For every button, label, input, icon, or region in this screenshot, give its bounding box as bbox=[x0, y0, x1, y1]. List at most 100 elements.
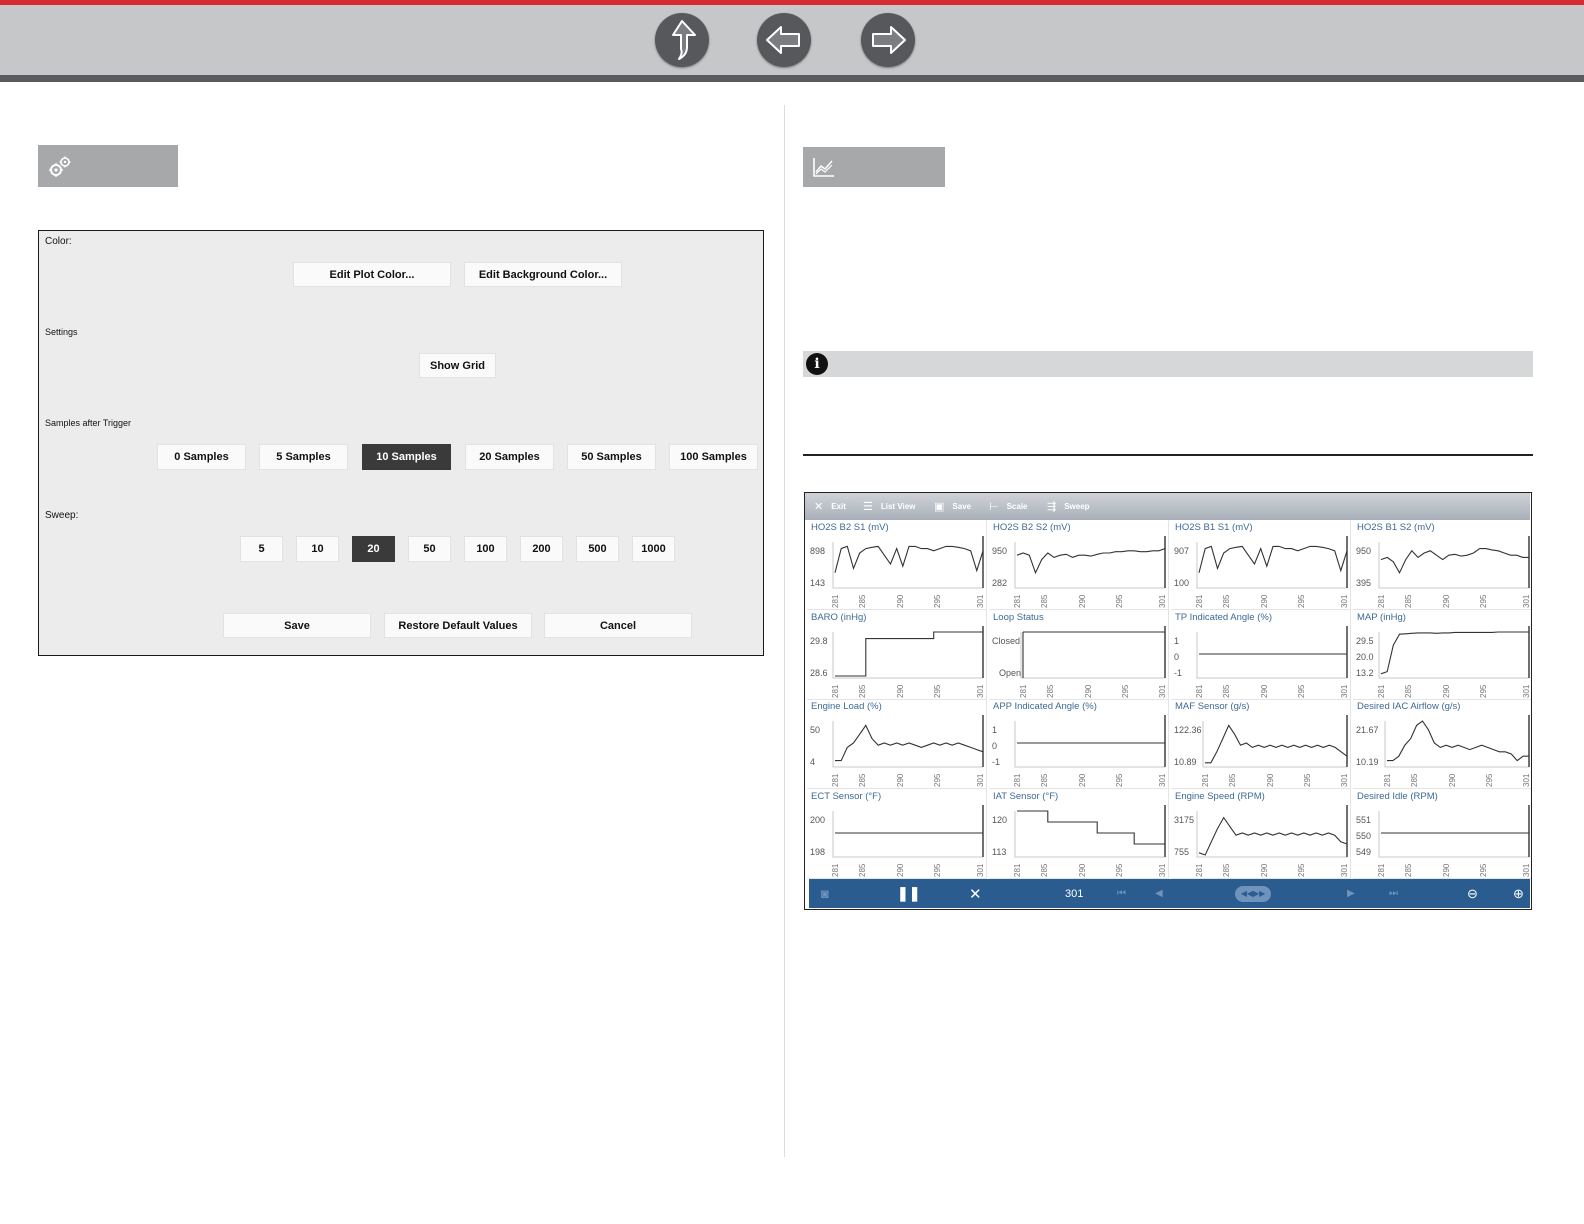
sweep-option-button[interactable]: 5 bbox=[240, 536, 283, 562]
samples-option-button[interactable]: 0 Samples bbox=[157, 444, 246, 470]
x-axis-tick-label: 281 bbox=[1195, 594, 1204, 608]
data-series-line bbox=[834, 545, 984, 573]
graph-panel[interactable]: HO2S B2 S1 (mV) 898 143 281 285 290 295 301 bbox=[807, 520, 987, 610]
samples-option-button[interactable]: 20 Samples bbox=[465, 444, 554, 470]
x-axis-tick-label: 285 bbox=[858, 863, 867, 877]
samples-option-button[interactable]: 10 Samples bbox=[362, 444, 451, 470]
restore-default-values-button[interactable]: Restore Default Values bbox=[384, 613, 532, 638]
back-arrow-icon bbox=[766, 26, 800, 54]
panel-axis bbox=[1378, 632, 1529, 679]
graph-panel[interactable]: APP Indicated Angle (%) 1 -1 0 281 285 290 295 3… bbox=[989, 699, 1169, 789]
rewind-forward-toggle[interactable]: ◀◀▶▶ bbox=[1235, 879, 1271, 908]
samples-option-button[interactable]: 50 Samples bbox=[567, 444, 656, 470]
sweep-option-button[interactable]: 100 bbox=[464, 536, 507, 562]
x-axis-tick-label: 281 bbox=[1377, 684, 1386, 698]
scale-button[interactable]: ⊢ Scale bbox=[989, 493, 1028, 520]
zoom-out-button[interactable]: ⊖ bbox=[1467, 879, 1478, 908]
graph-panel[interactable]: MAF Sensor (g/s) 122.36 10.89 281 285 290 295 3… bbox=[1171, 699, 1351, 789]
step-back-button[interactable]: ◀ bbox=[1155, 879, 1163, 908]
list-view-label: List View bbox=[880, 502, 916, 511]
graph-panel[interactable]: HO2S B1 S1 (mV) 907 100 281 285 290 295 301 bbox=[1171, 520, 1351, 610]
x-axis-tick-label: 281 bbox=[831, 594, 840, 608]
x-axis-tick-label: 295 bbox=[1297, 594, 1306, 608]
zoom-out-icon: ⊖ bbox=[1467, 885, 1478, 901]
frame-counter: 301 bbox=[1065, 887, 1084, 900]
scale-icon: ⊢ bbox=[989, 501, 999, 513]
camera-button[interactable]: ◙ bbox=[821, 879, 829, 908]
samples-option-button[interactable]: 5 Samples bbox=[259, 444, 348, 470]
skip-end-button[interactable]: ⏭ bbox=[1389, 879, 1398, 908]
save-button[interactable]: Save bbox=[223, 613, 371, 638]
sweep-option-button[interactable]: 20 bbox=[352, 536, 395, 562]
graph-panel[interactable]: BARO (inHg) 29.8 28.6 281 285 290 295 301 bbox=[807, 610, 987, 700]
x-axis-tick-label: 295 bbox=[933, 773, 942, 787]
skip-end-icon: ⏭ bbox=[1389, 888, 1398, 899]
x-axis-tick-label: 290 bbox=[896, 684, 905, 698]
cancel-button[interactable]: Cancel bbox=[544, 613, 692, 638]
skip-start-button[interactable]: ⏮ bbox=[1117, 879, 1126, 908]
step-forward-button[interactable]: ▶ bbox=[1347, 879, 1355, 908]
x-axis-tick-label: 301 bbox=[976, 863, 985, 877]
nav-forward-button[interactable] bbox=[861, 13, 915, 67]
x-axis-tick-label: 281 bbox=[1377, 594, 1386, 608]
x-axis-tick-label: 281 bbox=[1383, 773, 1392, 787]
pause-button[interactable]: ❚❚ bbox=[897, 879, 920, 908]
graph-panel[interactable]: ECT Sensor (°F) 200 198 281 285 290 295 301 bbox=[807, 789, 987, 879]
exit-button[interactable]: ✕ Exit bbox=[814, 493, 846, 520]
sweep-button[interactable]: ⇶ Sweep bbox=[1047, 493, 1090, 520]
x-axis-tick-label: 301 bbox=[1158, 773, 1167, 787]
step-back-icon: ◀ bbox=[1155, 888, 1163, 899]
panel-plot bbox=[1202, 715, 1348, 768]
graph-panel[interactable]: Desired IAC Airflow (g/s) 21.67 10.19 281 28… bbox=[1353, 699, 1531, 789]
graph-section-tab bbox=[803, 147, 945, 187]
zoom-in-icon: ⊕ bbox=[1513, 885, 1524, 901]
x-axis-tick-label: 301 bbox=[1158, 594, 1167, 608]
graph-view-screenshot: ✕ Exit ☰ List View ▣ Save ⊢ Scale ⇶ Sweep HO2… bbox=[804, 492, 1532, 910]
sweep-option-button[interactable]: 1000 bbox=[632, 536, 675, 562]
edit-plot-color-button[interactable]: Edit Plot Color... bbox=[293, 262, 451, 287]
x-axis-tick-label: 285 bbox=[858, 594, 867, 608]
show-grid-button[interactable]: Show Grid bbox=[419, 353, 496, 378]
x-axis-tick-label: 295 bbox=[933, 594, 942, 608]
graph-panel[interactable]: MAP (inHg) 29.5 13.2 20.0 281 285 290 295 301 bbox=[1353, 610, 1531, 700]
scale-label: Scale bbox=[1006, 502, 1028, 511]
sweep-option-button[interactable]: 500 bbox=[576, 536, 619, 562]
close-icon: ✕ bbox=[814, 501, 824, 513]
zoom-in-button[interactable]: ⊕ bbox=[1513, 879, 1524, 908]
graph-panel[interactable]: IAT Sensor (°F) 120 113 281 285 290 295 301 bbox=[989, 789, 1169, 879]
graph-panel[interactable]: Desired Idle (RPM) 551 549 550 281 285 290 295 3… bbox=[1353, 789, 1531, 879]
x-axis-tick-label: 301 bbox=[976, 773, 985, 787]
graph-panel[interactable]: HO2S B2 S2 (mV) 950 282 281 285 290 295 301 bbox=[989, 520, 1169, 610]
data-series-line bbox=[1380, 548, 1529, 574]
sweep-option-button[interactable]: 10 bbox=[296, 536, 339, 562]
panel-axis bbox=[832, 811, 983, 858]
sweep-icon: ⇶ bbox=[1047, 501, 1057, 513]
x-axis-tick-label: 295 bbox=[1479, 863, 1488, 877]
edit-background-color-button[interactable]: Edit Background Color... bbox=[464, 262, 622, 287]
graph-panel[interactable]: Loop Status Closed Open 281 285 290 295 301 bbox=[989, 610, 1169, 700]
sweep-option-button[interactable]: 50 bbox=[408, 536, 451, 562]
nav-back-button[interactable] bbox=[757, 13, 811, 67]
graph-panel[interactable]: Engine Load (%) 50 4 281 285 290 295 301 bbox=[807, 699, 987, 789]
graph-panel[interactable]: Engine Speed (RPM) 3175 755 281 285 290 295 301 bbox=[1171, 789, 1351, 879]
x-axis-tick-label: 301 bbox=[1158, 863, 1167, 877]
graph-panel[interactable]: TP Indicated Angle (%) 1 -1 0 281 285 290 295 30… bbox=[1171, 610, 1351, 700]
data-series-line bbox=[835, 724, 984, 762]
data-series-line bbox=[1017, 810, 1165, 845]
x-axis-tick-label: 301 bbox=[976, 594, 985, 608]
x-axis-tick-label: 281 bbox=[831, 684, 840, 698]
save-icon: ▣ bbox=[934, 501, 945, 513]
clear-button[interactable]: ✕ bbox=[969, 879, 982, 908]
x-axis-tick-label: 295 bbox=[1479, 594, 1488, 608]
sweep-option-button[interactable]: 200 bbox=[520, 536, 563, 562]
sweep-label: Sweep: bbox=[45, 510, 79, 521]
samples-option-button[interactable]: 100 Samples bbox=[669, 444, 758, 470]
list-view-button[interactable]: ☰ List View bbox=[863, 493, 915, 520]
x-axis-tick-label: 290 bbox=[1078, 773, 1087, 787]
save-graph-button[interactable]: ▣ Save bbox=[934, 493, 971, 520]
x-axis-tick-label: 295 bbox=[1303, 773, 1312, 787]
graph-panel[interactable]: HO2S B1 S2 (mV) 950 395 281 285 290 295 301 bbox=[1353, 520, 1531, 610]
x-axis-tick-label: 281 bbox=[1013, 773, 1022, 787]
nav-up-button[interactable] bbox=[655, 13, 709, 67]
graph-icon bbox=[813, 158, 834, 177]
